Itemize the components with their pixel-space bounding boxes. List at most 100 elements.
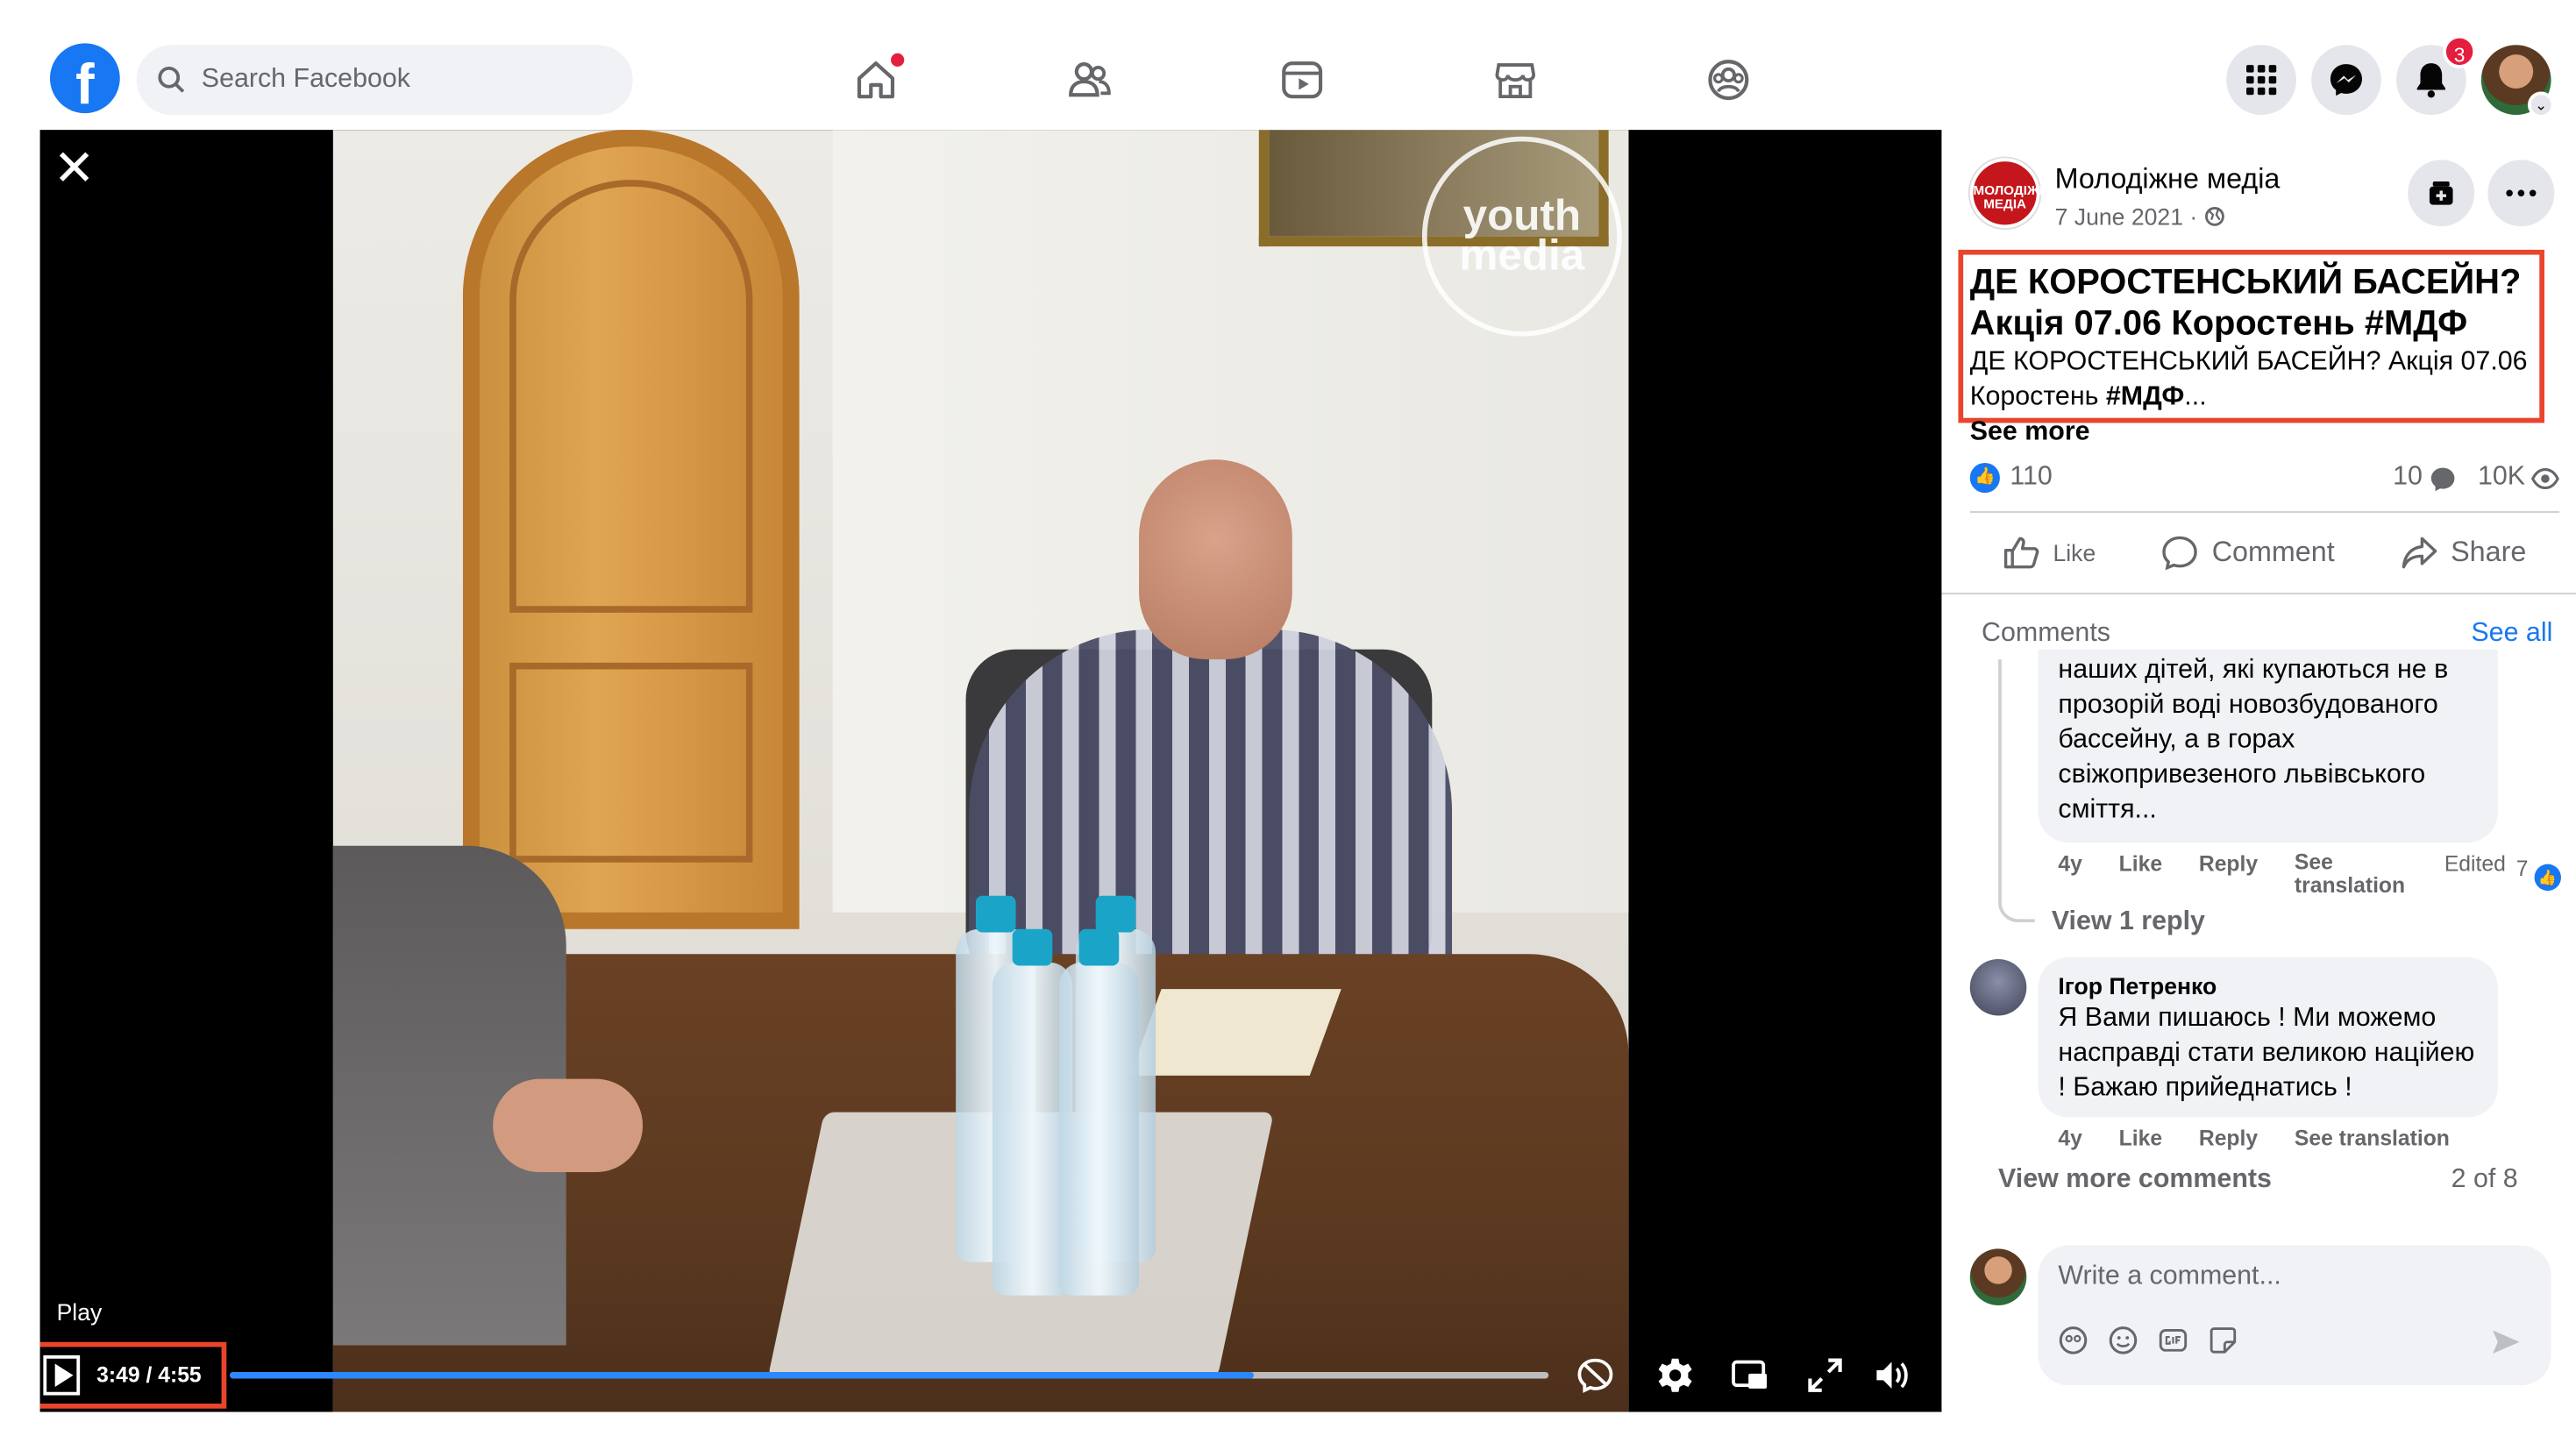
post-date-text: 7 June 2021 · bbox=[2054, 203, 2198, 231]
post-body-ellipsis: ... bbox=[2184, 382, 2207, 412]
nav-home[interactable] bbox=[769, 40, 982, 120]
video-person-head bbox=[1139, 459, 1292, 660]
duration: 4:55 bbox=[158, 1361, 202, 1388]
fullscreen-icon bbox=[1808, 1358, 1842, 1392]
like-button[interactable]: Like bbox=[2003, 537, 2096, 570]
comment-composer[interactable] bbox=[2038, 1245, 2551, 1386]
view-reply-link[interactable]: View 1 reply bbox=[2052, 907, 2205, 937]
notification-count-badge: 3 bbox=[2443, 34, 2477, 68]
eye-icon bbox=[2530, 468, 2559, 489]
nav-friends[interactable] bbox=[983, 40, 1196, 120]
menu-button[interactable] bbox=[2226, 45, 2296, 116]
share-icon bbox=[2402, 537, 2437, 569]
video-left-hand bbox=[493, 1078, 644, 1173]
current-time: 3:49 bbox=[96, 1361, 140, 1388]
post-title: ДЕ КОРОСТЕНСЬКИЙ БАСЕЙН? Акція 07.06 Кор… bbox=[1969, 263, 2522, 344]
emoji-icon[interactable] bbox=[2108, 1326, 2138, 1355]
close-icon[interactable]: ✕ bbox=[53, 144, 96, 194]
comments-header: Comments bbox=[1982, 619, 2110, 648]
play-button[interactable] bbox=[43, 1354, 81, 1396]
messenger-button[interactable] bbox=[2311, 45, 2381, 116]
comment-meta: 4y Like Reply See translation bbox=[2058, 1126, 2449, 1150]
comment-age[interactable]: 4y bbox=[2058, 850, 2081, 897]
view-more-comments-link[interactable]: View more comments bbox=[1998, 1165, 2272, 1195]
fullscreen-button[interactable] bbox=[1805, 1355, 1846, 1396]
commenter-avatar[interactable] bbox=[1969, 958, 2027, 1016]
facebook-video-page: f Search Facebook 3 ⌄ youth media ✕ Play… bbox=[0, 0, 2576, 1429]
comment-like-link[interactable]: Like bbox=[2119, 1126, 2162, 1150]
bookmark-add-icon bbox=[2429, 181, 2453, 205]
see-translation-link[interactable]: See translation bbox=[2295, 1126, 2450, 1150]
avatar-sticker-icon[interactable] bbox=[2058, 1326, 2088, 1355]
comment-age[interactable]: 4y bbox=[2058, 1126, 2081, 1150]
menu-grid-icon bbox=[2246, 65, 2277, 96]
video-controls: 3:49 / 4:55 bbox=[39, 1341, 1942, 1409]
see-more-link[interactable]: See more bbox=[1970, 418, 2090, 448]
comment-input[interactable] bbox=[2058, 1262, 2525, 1292]
comment-bubble-icon bbox=[2430, 467, 2455, 492]
see-all-link[interactable]: See all bbox=[2471, 620, 2552, 650]
comments-page-count: 2 of 8 bbox=[2451, 1165, 2518, 1194]
comment-label: Comment bbox=[2211, 536, 2335, 568]
comment-text: Я Вами пишаюсь ! Ми можемо насправді ста… bbox=[2058, 1004, 2475, 1103]
comment-bubble: Ігор Петренко Я Вами пишаюсь ! Ми можемо… bbox=[2038, 957, 2498, 1118]
video-player[interactable]: youth media ✕ Play 3:49 / 4:55 bbox=[39, 130, 1942, 1412]
thumbs-up-icon bbox=[2003, 537, 2039, 569]
comment-count[interactable]: 10 bbox=[2393, 463, 2423, 493]
post-date[interactable]: 7 June 2021 · bbox=[2055, 203, 2224, 230]
more-options-button[interactable] bbox=[2487, 160, 2555, 227]
comment-reply-link[interactable]: Reply bbox=[2199, 1126, 2258, 1150]
post-stats: 👍 110 10 10K bbox=[1969, 461, 2559, 498]
facebook-logo[interactable]: f bbox=[49, 43, 120, 114]
comment-reply-link[interactable]: Reply bbox=[2199, 850, 2258, 897]
more-icon bbox=[2506, 189, 2537, 197]
nav-marketplace[interactable] bbox=[1409, 40, 1622, 120]
video-frame: youth media bbox=[332, 130, 1629, 1412]
miniplayer-button[interactable] bbox=[1730, 1355, 1770, 1396]
home-notification-dot bbox=[891, 53, 905, 67]
save-post-button[interactable] bbox=[2408, 160, 2475, 227]
commenter-name[interactable]: Ігор Петренко bbox=[2058, 970, 2478, 1000]
post-text-highlight: ДЕ КОРОСТЕНСЬКИЙ БАСЕЙН? Акція 07.06 Кор… bbox=[1958, 249, 2544, 423]
see-translation-link[interactable]: See translation bbox=[2295, 850, 2408, 897]
comment-reaction-count[interactable]: 7 👍 bbox=[2516, 856, 2561, 892]
video-book bbox=[1129, 989, 1341, 1076]
profile-avatar[interactable]: ⌄ bbox=[2480, 45, 2555, 118]
current-user-avatar[interactable] bbox=[1969, 1248, 2027, 1305]
send-icon[interactable] bbox=[2491, 1329, 2521, 1355]
nav-groups[interactable] bbox=[1622, 40, 1835, 120]
top-navigation-bar: f Search Facebook 3 ⌄ bbox=[0, 0, 2576, 131]
progress-bar[interactable] bbox=[230, 1371, 1549, 1379]
gear-icon bbox=[1658, 1358, 1692, 1392]
volume-button[interactable] bbox=[1872, 1355, 1912, 1396]
share-label: Share bbox=[2451, 536, 2527, 568]
hashtag-link[interactable]: #МДФ bbox=[2106, 383, 2184, 411]
nav-video[interactable] bbox=[1196, 40, 1409, 120]
like-count[interactable]: 110 bbox=[2010, 463, 2052, 493]
notifications-icon bbox=[2416, 63, 2445, 98]
comment-icon bbox=[2162, 536, 2198, 571]
video-bottle bbox=[1058, 928, 1140, 1296]
chevron-down-icon: ⌄ bbox=[2527, 91, 2555, 118]
comment-text: наших дітей, які купаються не в прозорій… bbox=[2058, 656, 2449, 825]
sticker-icon[interactable] bbox=[2208, 1326, 2238, 1355]
marketplace-icon bbox=[1495, 63, 1536, 99]
search-icon bbox=[158, 66, 185, 93]
post-body: ДЕ КОРОСТЕНСЬКИЙ БАСЕЙН? Акція 07.06 Кор… bbox=[1970, 345, 2533, 415]
search-input[interactable] bbox=[201, 65, 601, 96]
like-reaction-icon: 👍 bbox=[2534, 864, 2561, 892]
notifications-button[interactable]: 3 bbox=[2395, 34, 2477, 116]
page-avatar[interactable]: МОЛОДІЖНЕ МЕДІА bbox=[1969, 158, 2058, 229]
progress-fill bbox=[230, 1371, 1254, 1379]
comment-button[interactable]: Comment bbox=[2162, 535, 2335, 572]
captions-button[interactable] bbox=[1576, 1355, 1616, 1396]
post-body-text: ДЕ КОРОСТЕНСЬКИЙ БАСЕЙН? Акція 07.06 Кор… bbox=[1969, 347, 2528, 412]
settings-button[interactable] bbox=[1655, 1355, 1696, 1396]
comment-like-link[interactable]: Like bbox=[2119, 850, 2162, 897]
share-button[interactable]: Share bbox=[2401, 537, 2526, 570]
post-author[interactable]: Молодіжне медіа bbox=[2055, 163, 2281, 196]
miniplayer-icon bbox=[1732, 1360, 1768, 1389]
search-box[interactable] bbox=[136, 45, 633, 116]
groups-icon bbox=[1708, 60, 1749, 101]
gif-icon[interactable] bbox=[2158, 1326, 2188, 1355]
